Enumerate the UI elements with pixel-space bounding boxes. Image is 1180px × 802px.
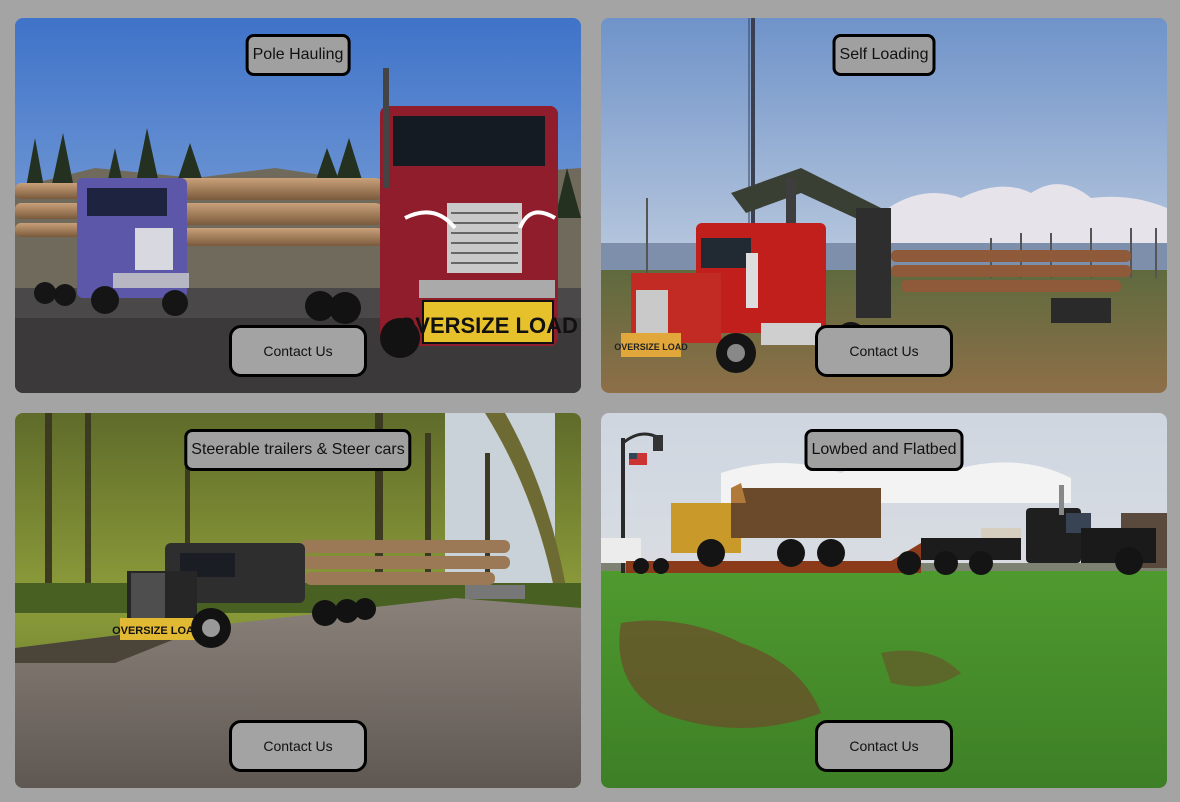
service-card-steerable-trailers: OVERSIZE LOAD Steerable trailers & Steer… <box>15 413 581 788</box>
contact-us-button[interactable]: Contact Us <box>815 325 953 377</box>
oversize-load-sign: OVERSIZE LOAD <box>112 625 202 637</box>
oversize-load-sign: OVERSIZE LOAD <box>398 313 578 338</box>
card-title: Lowbed and Flatbed <box>804 429 964 471</box>
card-title: Steerable trailers & Steer cars <box>184 429 412 471</box>
card-title: Self Loading <box>832 34 936 76</box>
service-card-lowbed-flatbed: Lowbed and Flatbed Contact Us <box>601 413 1167 788</box>
contact-us-button[interactable]: Contact Us <box>229 325 367 377</box>
card-title: Pole Hauling <box>245 34 351 76</box>
contact-us-button[interactable]: Contact Us <box>229 720 367 772</box>
contact-us-button[interactable]: Contact Us <box>815 720 953 772</box>
oversize-load-sign: OVERSIZE LOAD <box>614 342 688 352</box>
service-card-self-loading: OVERSIZE LOAD Self Loading Contact Us <box>601 18 1167 393</box>
service-card-pole-hauling: OVERSIZE LOAD Pole Hauling Contact Us <box>15 18 581 393</box>
